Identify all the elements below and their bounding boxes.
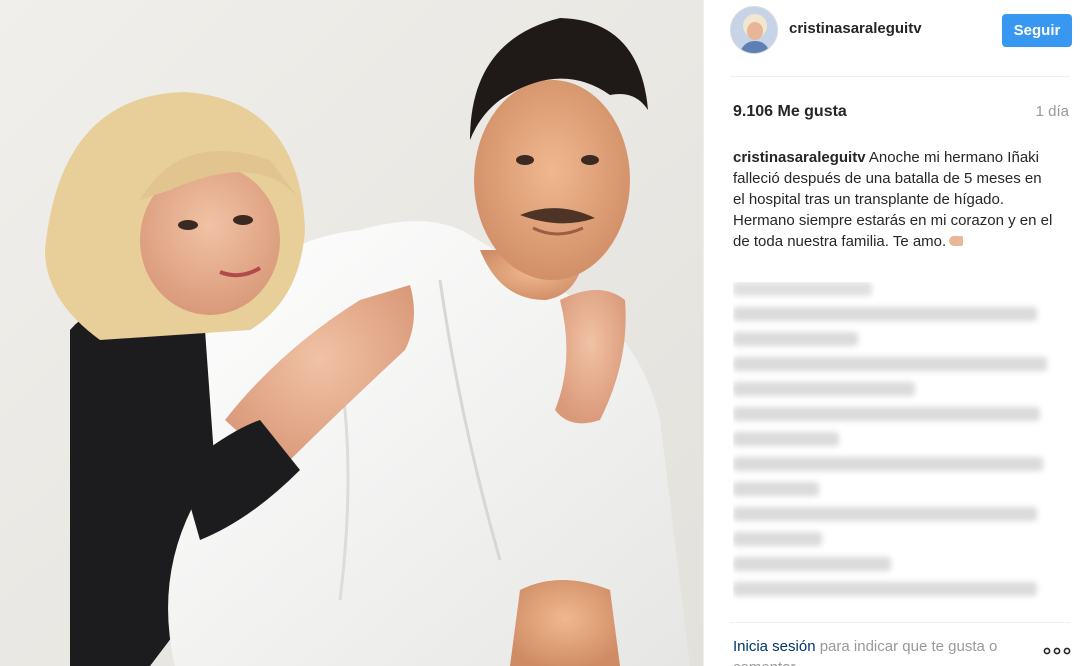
login-link[interactable]: Inicia sesión <box>733 638 816 655</box>
caption-username[interactable]: cristinasaraleguitv <box>733 149 866 166</box>
username-link[interactable]: cristinasaraleguitv <box>789 20 922 37</box>
post-photo[interactable] <box>0 0 703 666</box>
follow-button[interactable]: Seguir <box>1002 14 1072 47</box>
comments-list-blurred <box>733 282 1063 617</box>
footer-divider <box>730 622 1070 623</box>
login-prompt: Inicia sesión para indicar que te gusta … <box>733 636 1033 666</box>
post-sidebar: cristinasaraleguitv Seguir 9.106 Me gust… <box>703 0 1081 666</box>
likes-count[interactable]: 9.106 Me gusta <box>733 103 847 121</box>
more-options-icon[interactable] <box>1043 645 1071 657</box>
pointing-hand-emoji-icon <box>949 236 964 247</box>
avatar[interactable] <box>730 6 778 54</box>
post-caption: cristinasaraleguitv Anoche mi hermano Iñ… <box>733 147 1053 252</box>
header-divider <box>730 76 1070 77</box>
post-header: cristinasaraleguitv Seguir <box>704 0 1081 76</box>
post-time[interactable]: 1 día <box>1036 103 1069 120</box>
